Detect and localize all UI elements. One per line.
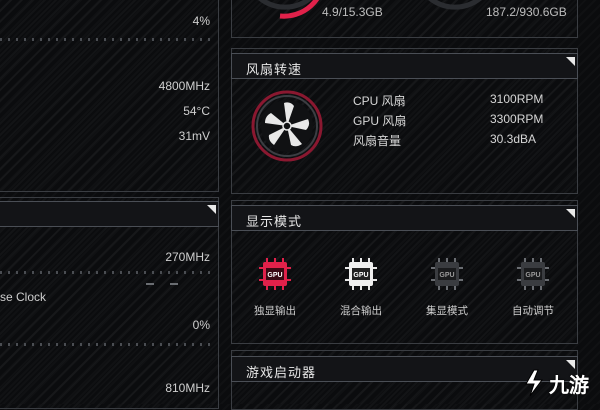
gpu-memory-frequency: 810MHz <box>165 381 210 395</box>
slider-ticks <box>146 283 154 285</box>
gpu-frequency: 270MHz <box>165 250 210 264</box>
corner-marker <box>207 205 216 214</box>
corner-marker <box>566 209 575 218</box>
fan-row-value: 3100RPM <box>490 92 544 106</box>
svg-text:GPU: GPU <box>353 272 368 279</box>
svg-text:GPU: GPU <box>267 272 282 279</box>
fan-row-value: 3300RPM <box>490 112 544 126</box>
mode-label: 自动调节 <box>512 305 554 317</box>
mode-label: 独显输出 <box>254 305 296 317</box>
usage-percent: 4% <box>192 14 210 28</box>
fan-row-label: 风扇音量 <box>353 134 402 148</box>
base-clock-label: se Clock <box>0 290 47 304</box>
watermark-text: 九游 <box>549 374 589 397</box>
svg-text:GPU: GPU <box>525 272 540 279</box>
gpu-chip-icon: GPU <box>259 258 291 290</box>
cpu-temperature: 54°C <box>183 104 210 118</box>
display-mode-header: 显示模式 <box>231 205 578 231</box>
mode-discrete-gpu[interactable]: GPU 独显输出 <box>240 256 310 318</box>
left-top-panel <box>0 0 219 192</box>
gpu-chip-icon: GPU <box>431 258 463 290</box>
fan-row-label: CPU 风扇 <box>353 94 406 108</box>
ram-gauge <box>258 0 320 19</box>
divider-dots <box>0 343 212 346</box>
display-mode-title: 显示模式 <box>246 214 303 229</box>
mode-auto[interactable]: GPU 自动调节 <box>498 256 568 318</box>
svg-text:GPU: GPU <box>439 272 454 279</box>
mode-label: 混合输出 <box>340 305 382 317</box>
mode-integrated[interactable]: GPU 集显模式 <box>412 256 482 318</box>
gpu-usage-percent: 0% <box>192 318 210 332</box>
cpu-frequency: 4800MHz <box>158 79 210 93</box>
game-launcher-title: 游戏启动器 <box>246 365 317 380</box>
left-gpu-header <box>0 201 219 227</box>
cpu-voltage: 31mV <box>178 129 210 143</box>
mode-hybrid[interactable]: GPU 混合输出 <box>326 256 396 318</box>
divider-dots <box>0 38 212 41</box>
ram-usage: 4.9/15.3GB <box>322 5 383 19</box>
slider-ticks <box>170 283 178 285</box>
gpu-chip-icon: GPU <box>345 258 377 290</box>
disk-usage: 187.2/930.6GB <box>486 5 567 19</box>
gpu-chip-icon: GPU <box>517 258 549 290</box>
mode-label: 集显模式 <box>426 305 468 317</box>
fan-icon <box>251 90 323 162</box>
fan-panel-header: 风扇转速 <box>231 53 578 79</box>
fan-row-label: GPU 风扇 <box>353 114 407 128</box>
watermark-logo: 九游 <box>522 368 589 398</box>
fan-row-value: 30.3dBA <box>490 132 537 146</box>
nine-game-logo-icon <box>525 369 543 397</box>
corner-marker <box>566 57 575 66</box>
divider-dots <box>0 271 212 274</box>
fan-panel-title: 风扇转速 <box>246 62 303 77</box>
